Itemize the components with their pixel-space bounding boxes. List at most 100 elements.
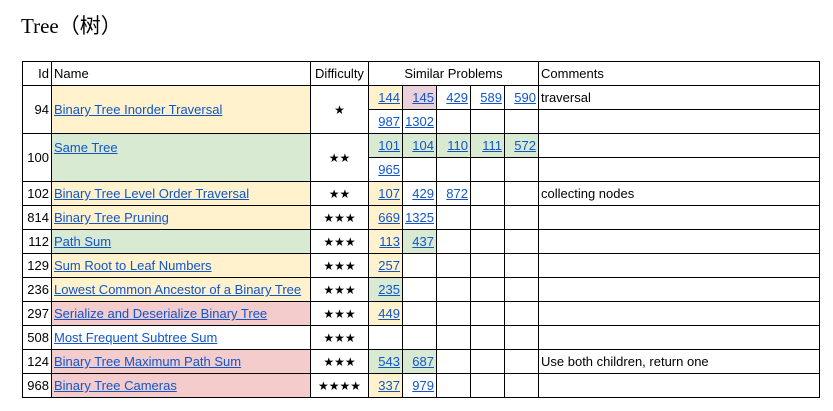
similar-cell-empty [402, 277, 437, 302]
similar-link[interactable]: 104 [412, 138, 434, 153]
similar-cell: 590 [504, 85, 539, 110]
similar-cell-empty [504, 373, 539, 398]
similar-link[interactable]: 572 [514, 138, 536, 153]
table-row: 124 Binary Tree Maximum Path Sum ★★★ 543… [22, 349, 820, 374]
similar-cell: 1302 [402, 109, 437, 134]
similar-cell-empty [436, 301, 471, 326]
similar-link[interactable]: 965 [378, 162, 400, 177]
star-rating: ★★★ [323, 234, 356, 249]
similar-cell-empty [470, 277, 505, 302]
star-rating: ★★ [328, 186, 351, 201]
similar-link[interactable]: 144 [378, 90, 400, 105]
problem-id: 100 [22, 133, 52, 182]
comment-cell: collecting nodes [538, 181, 820, 206]
similar-cell-empty [470, 109, 505, 134]
difficulty-stars: ★★ [310, 181, 369, 206]
problem-id: 124 [22, 349, 52, 374]
similar-cell-empty [504, 301, 539, 326]
problem-link[interactable]: Binary Tree Inorder Traversal [54, 102, 222, 117]
comment-cell [538, 109, 820, 134]
similar-link[interactable]: 979 [412, 378, 434, 393]
similar-cell: 429 [402, 181, 437, 206]
similar-link[interactable]: 429 [446, 90, 468, 105]
problem-name-cell: Binary Tree Level Order Traversal [51, 181, 311, 206]
similar-cell-empty [504, 325, 539, 350]
similar-link[interactable]: 145 [412, 90, 434, 105]
star-rating: ★★ [328, 150, 351, 165]
similar-cell-empty [470, 301, 505, 326]
similar-cell-empty [470, 205, 505, 230]
problems-table: Id Name Difficulty Similar Problems Comm… [22, 61, 820, 398]
similar-link[interactable]: 235 [378, 282, 400, 297]
similar-cell: 449 [368, 301, 403, 326]
problem-link[interactable]: Binary Tree Maximum Path Sum [54, 354, 241, 369]
similar-cell: 111 [470, 133, 505, 158]
similar-link[interactable]: 113 [379, 234, 400, 249]
similar-cell-empty [436, 229, 471, 254]
table-row: 297 Serialize and Deserialize Binary Tre… [22, 301, 820, 326]
header-difficulty: Difficulty [310, 61, 369, 86]
similar-link[interactable]: 872 [446, 186, 468, 201]
similar-link[interactable]: 337 [378, 378, 400, 393]
problem-link[interactable]: Binary Tree Pruning [54, 210, 169, 225]
comment-cell [538, 301, 820, 326]
similar-cell: 144 [368, 85, 403, 110]
similar-cell-empty [470, 373, 505, 398]
similar-link[interactable]: 111 [482, 138, 502, 153]
similar-cell: 965 [368, 157, 403, 182]
similar-link[interactable]: 590 [514, 90, 536, 105]
problem-link[interactable]: Lowest Common Ancestor of a Binary Tree [54, 282, 301, 297]
star-rating: ★★★★ [317, 378, 362, 393]
problem-link[interactable]: Same Tree [54, 140, 118, 155]
problem-link[interactable]: Binary Tree Level Order Traversal [54, 186, 249, 201]
similar-link[interactable]: 669 [378, 210, 400, 225]
similar-link[interactable]: 1325 [405, 210, 434, 225]
problem-id: 297 [22, 301, 52, 326]
similar-link[interactable]: 1302 [405, 114, 434, 129]
similar-cell-empty [436, 277, 471, 302]
problem-link[interactable]: Sum Root to Leaf Numbers [54, 258, 212, 273]
comment-cell [538, 277, 820, 302]
similar-link[interactable]: 687 [412, 354, 434, 369]
similar-link[interactable]: 101 [378, 138, 400, 153]
table-row: 94 Binary Tree Inorder Traversal ★ 144 1… [22, 85, 820, 134]
similar-link[interactable]: 589 [480, 90, 502, 105]
problem-id: 102 [22, 181, 52, 206]
problem-name-cell: Lowest Common Ancestor of a Binary Tree [51, 277, 311, 302]
problem-link[interactable]: Most Frequent Subtree Sum [54, 330, 217, 345]
comment-cell [538, 253, 820, 278]
table-row: 814 Binary Tree Pruning ★★★ 669 1325 [22, 205, 820, 230]
problem-link[interactable]: Path Sum [54, 234, 111, 249]
header-row: Id Name Difficulty Similar Problems Comm… [22, 61, 820, 86]
problem-name-cell: Serialize and Deserialize Binary Tree [51, 301, 311, 326]
similar-cell: 110 [436, 133, 471, 158]
comment-cell [538, 325, 820, 350]
header-name: Name [51, 61, 311, 86]
problem-id: 508 [22, 325, 52, 350]
similar-link[interactable]: 543 [378, 354, 400, 369]
table-row: 236 Lowest Common Ancestor of a Binary T… [22, 277, 820, 302]
problem-link[interactable]: Serialize and Deserialize Binary Tree [54, 306, 267, 321]
problem-link[interactable]: Binary Tree Cameras [54, 378, 177, 393]
similar-link[interactable]: 429 [412, 186, 434, 201]
similar-cell-empty [504, 277, 539, 302]
similar-link[interactable]: 987 [378, 114, 400, 129]
similar-link[interactable]: 107 [378, 186, 400, 201]
similar-link[interactable]: 110 [447, 138, 468, 153]
similar-link[interactable]: 437 [412, 234, 434, 249]
similar-cell-empty [504, 181, 539, 206]
problem-id: 968 [22, 373, 52, 398]
similar-link[interactable]: 257 [378, 258, 400, 273]
comment-cell: traversal [538, 85, 820, 110]
table-row: 508 Most Frequent Subtree Sum ★★★ [22, 325, 820, 350]
problem-name-cell: Binary Tree Pruning [51, 205, 311, 230]
comment-cell [538, 373, 820, 398]
problem-id: 112 [22, 229, 52, 254]
similar-cell-empty [436, 349, 471, 374]
similar-cell-empty [504, 253, 539, 278]
problem-name-cell: Sum Root to Leaf Numbers [51, 253, 311, 278]
similar-link[interactable]: 449 [378, 306, 400, 321]
table-row: 112 Path Sum ★★★ 113 437 [22, 229, 820, 254]
difficulty-stars: ★ [310, 85, 369, 134]
difficulty-stars: ★★★★ [310, 373, 369, 398]
